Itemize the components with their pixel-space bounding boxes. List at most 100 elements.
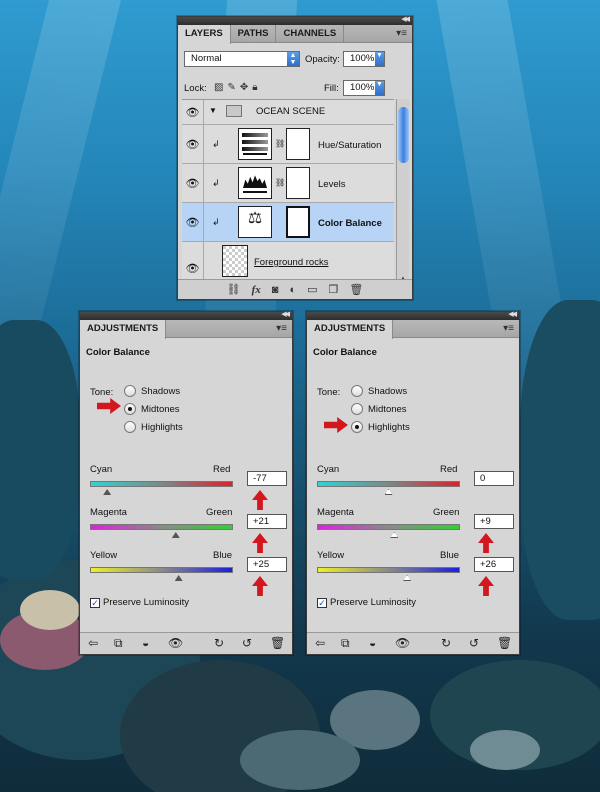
layer-row-hue-saturation[interactable]: 👁︎ ↲ ⛓︎ Hue/Saturation bbox=[182, 125, 394, 164]
radio-highlights[interactable]: Highlights bbox=[351, 420, 410, 434]
radio-highlights[interactable]: Highlights bbox=[124, 420, 183, 434]
yellow-blue-value[interactable]: +26 bbox=[474, 557, 514, 572]
slider-label-yellow: Yellow bbox=[90, 550, 118, 561]
back-arrow-icon[interactable]: ⇦ bbox=[315, 636, 325, 650]
opacity-input[interactable]: 100% ▼ bbox=[343, 51, 385, 67]
scale-icon: ⚖︎ bbox=[238, 206, 272, 238]
collapse-icon[interactable]: ◀◀ bbox=[401, 15, 410, 23]
slider-label-red: Red bbox=[440, 464, 458, 475]
chain-icon[interactable]: ⛓︎ bbox=[275, 178, 285, 187]
magenta-green-slider[interactable] bbox=[90, 524, 233, 530]
radio-shadows[interactable]: Shadows bbox=[351, 384, 407, 398]
tone-label: Tone: bbox=[90, 387, 114, 398]
yellow-blue-knob[interactable] bbox=[174, 575, 183, 581]
expand-triangle-icon[interactable]: ▼ bbox=[209, 106, 217, 115]
radio-midtones[interactable]: Midtones bbox=[124, 402, 180, 416]
new-layer-icon[interactable]: ❐ bbox=[329, 283, 339, 296]
checkmark-icon[interactable]: ✓ bbox=[317, 597, 327, 608]
reset-icon[interactable]: ↺ bbox=[242, 636, 252, 650]
magenta-green-knob[interactable] bbox=[171, 532, 180, 538]
layers-scrollbar[interactable]: ▲ ▼ bbox=[396, 99, 409, 295]
layers-bottom-toolbar: ⛓︎ fx ◙ ◐ ▭ ❐ 🗑︎ bbox=[178, 279, 412, 299]
lock-label: Lock: bbox=[184, 83, 207, 94]
scroll-thumb[interactable] bbox=[398, 107, 409, 163]
lock-transparency-icon[interactable]: ▨ bbox=[214, 82, 227, 93]
previous-state-icon[interactable]: ↻ bbox=[441, 636, 451, 650]
trash-icon[interactable]: 🗑︎ bbox=[270, 636, 285, 650]
layer-mask-thumbnail bbox=[286, 167, 310, 199]
eye-icon[interactable]: 👁︎ bbox=[182, 203, 204, 241]
lock-move-icon[interactable]: ✥ bbox=[240, 82, 252, 93]
fill-input[interactable]: 100% ▼ bbox=[343, 80, 385, 96]
cyan-red-value[interactable]: 0 bbox=[474, 471, 514, 486]
slider-label-yellow: Yellow bbox=[317, 550, 345, 561]
adjustments-panel-highlights: ◀◀ ADJUSTMENTS ▾≡ Color Balance Tone: Sh… bbox=[306, 311, 520, 655]
yellow-blue-slider[interactable] bbox=[317, 567, 460, 573]
adjustments-bottom-toolbar: ⇦ ⧉ ◒ 👁︎ ↻ ↺ 🗑︎ bbox=[80, 632, 292, 654]
magenta-green-knob[interactable] bbox=[390, 532, 399, 538]
cyan-red-slider[interactable] bbox=[90, 481, 233, 487]
preserve-luminosity-checkbox[interactable]: ✓ Preserve Luminosity bbox=[317, 597, 416, 608]
tab-adjustments[interactable]: ADJUSTMENTS bbox=[307, 320, 394, 339]
layer-row-levels[interactable]: 👁︎ ↲ ⛓︎ Levels bbox=[182, 164, 394, 203]
cyan-red-slider[interactable] bbox=[317, 481, 460, 487]
eye-icon[interactable]: 👁︎ bbox=[168, 636, 183, 650]
chain-icon[interactable]: ⛓︎ bbox=[275, 139, 285, 148]
fill-label: Fill: bbox=[324, 83, 339, 94]
magenta-green-value[interactable]: +9 bbox=[474, 514, 514, 529]
yellow-blue-knob[interactable] bbox=[403, 575, 412, 581]
reset-icon[interactable]: ↺ bbox=[469, 636, 479, 650]
new-group-icon[interactable]: ▭ bbox=[307, 283, 317, 296]
lock-all-icon[interactable]: 🔒︎ bbox=[252, 82, 261, 93]
adjustments-bottom-toolbar: ⇦ ⧉ ◒ 👁︎ ↻ ↺ 🗑︎ bbox=[307, 632, 519, 654]
layer-mask-thumbnail bbox=[286, 128, 310, 160]
collapse-icon[interactable]: ◀◀ bbox=[281, 310, 290, 318]
lock-brush-icon[interactable]: ✎ bbox=[227, 82, 239, 93]
clip-arrow-icon: ↲ bbox=[212, 217, 220, 227]
radio-shadows[interactable]: Shadows bbox=[124, 384, 180, 398]
layer-mask-thumbnail bbox=[286, 206, 310, 238]
expand-view-icon[interactable]: ⧉ bbox=[341, 636, 350, 651]
layer-name: Foreground rocks bbox=[254, 257, 329, 268]
tab-paths[interactable]: PATHS bbox=[231, 25, 277, 42]
layer-row-ocean-scene[interactable]: 👁︎ ▼ OCEAN SCENE bbox=[182, 100, 394, 125]
layer-row-color-balance[interactable]: 👁︎ ↲ ⚖︎ Color Balance bbox=[182, 203, 394, 242]
yellow-blue-value[interactable]: +25 bbox=[247, 557, 287, 572]
cyan-red-knob[interactable] bbox=[103, 489, 112, 495]
lock-options[interactable]: ▨✎✥🔒︎ bbox=[214, 82, 262, 93]
trash-icon[interactable]: 🗑︎ bbox=[497, 636, 512, 650]
layer-name: OCEAN SCENE bbox=[256, 106, 326, 117]
clip-to-layer-icon[interactable]: ◒ bbox=[142, 636, 149, 650]
panel-menu-icon[interactable]: ▾≡ bbox=[276, 323, 287, 334]
fx-icon[interactable]: fx bbox=[252, 284, 261, 296]
tab-channels[interactable]: CHANNELS bbox=[276, 25, 345, 42]
trash-icon[interactable]: 🗑︎ bbox=[349, 283, 363, 296]
panel-menu-icon[interactable]: ▾≡ bbox=[503, 323, 514, 334]
radio-midtones[interactable]: Midtones bbox=[351, 402, 407, 416]
slider-label-magenta: Magenta bbox=[317, 507, 354, 518]
expand-view-icon[interactable]: ⧉ bbox=[114, 636, 123, 651]
adjustment-layer-icon[interactable]: ◐ bbox=[289, 284, 296, 296]
collapse-icon[interactable]: ◀◀ bbox=[508, 310, 517, 318]
add-mask-icon[interactable]: ◙ bbox=[272, 284, 279, 296]
magenta-green-value[interactable]: +21 bbox=[247, 514, 287, 529]
link-layers-icon[interactable]: ⛓︎ bbox=[227, 283, 241, 296]
eye-icon[interactable]: 👁︎ bbox=[182, 100, 204, 124]
clip-arrow-icon: ↲ bbox=[212, 178, 220, 188]
eye-icon[interactable]: 👁︎ bbox=[395, 636, 410, 650]
back-arrow-icon[interactable]: ⇦ bbox=[88, 636, 98, 650]
clip-to-layer-icon[interactable]: ◒ bbox=[369, 636, 376, 650]
eye-icon[interactable]: 👁︎ bbox=[182, 125, 204, 163]
cyan-red-value[interactable]: -77 bbox=[247, 471, 287, 486]
blend-mode-select[interactable]: Normal ▲ ▼ bbox=[184, 51, 300, 67]
panel-menu-icon[interactable]: ▾≡ bbox=[396, 28, 407, 39]
eye-icon[interactable]: 👁︎ bbox=[182, 164, 204, 202]
tab-adjustments[interactable]: ADJUSTMENTS bbox=[80, 320, 167, 339]
preserve-luminosity-checkbox[interactable]: ✓ Preserve Luminosity bbox=[90, 597, 189, 608]
yellow-blue-slider[interactable] bbox=[90, 567, 233, 573]
checkmark-icon[interactable]: ✓ bbox=[90, 597, 100, 608]
cyan-red-knob[interactable] bbox=[384, 489, 393, 495]
magenta-green-slider[interactable] bbox=[317, 524, 460, 530]
previous-state-icon[interactable]: ↻ bbox=[214, 636, 224, 650]
tab-layers[interactable]: LAYERS bbox=[178, 25, 231, 44]
